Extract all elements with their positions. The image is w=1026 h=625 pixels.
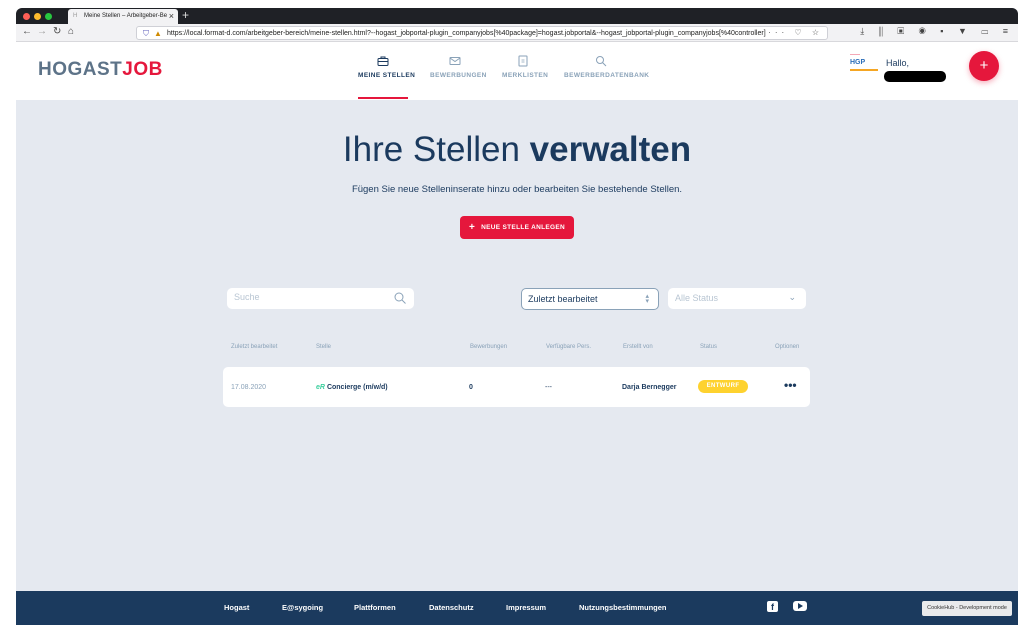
status-select[interactable]: Alle Status ⌄: [668, 288, 806, 309]
nav-label: BEWERBERDATENBANK: [564, 72, 650, 79]
row-available: ---: [545, 384, 552, 391]
col-header-status[interactable]: Status: [700, 344, 717, 350]
job-title-text: Concierge (m/w/d): [326, 384, 388, 391]
sort-select-value: Zuletzt bearbeitet: [528, 294, 598, 304]
search-icon[interactable]: [394, 292, 406, 304]
updown-chevron-icon: ▴ ▾: [645, 293, 649, 305]
col-header-erstellt[interactable]: Erstellt von: [623, 344, 653, 350]
search-input[interactable]: [234, 292, 384, 302]
footer-link-hogast[interactable]: Hogast: [224, 603, 249, 612]
nav-bewerberdatenbank[interactable]: BEWERBERDATENBANK: [564, 42, 650, 100]
reload-icon[interactable]: ↻: [53, 26, 61, 37]
url-text: https://local.format-d.com/arbeitgeber-b…: [167, 30, 766, 37]
footer-link-plattformen[interactable]: Plattformen: [354, 603, 396, 612]
status-select-value: Alle Status: [675, 293, 719, 303]
footer-link-nutzungsbestimmungen[interactable]: Nutzungsbestimmungen: [579, 603, 667, 612]
greeting-text: Hallo,: [886, 58, 910, 68]
search-box[interactable]: [227, 288, 414, 309]
site-footer: Hogast E@sygoing Plattformen Datenschutz…: [16, 591, 1018, 625]
envelope-icon: [449, 57, 461, 65]
browser-tab-bar: H Meine Stellen – Arbeitgeber-Be × +: [16, 8, 1018, 24]
logo-text-hogast: HOGAST: [38, 59, 123, 80]
url-bar[interactable]: ⛉ ▲ https://local.format-d.com/arbeitgeb…: [136, 26, 828, 40]
facebook-icon[interactable]: f: [767, 601, 778, 612]
logo-text-job: JOB: [122, 59, 163, 80]
company-logo-text: HGP: [850, 59, 866, 66]
nav-meine-stellen[interactable]: MEINE STELLEN: [358, 42, 416, 100]
plus-icon: +: [469, 222, 476, 233]
back-icon[interactable]: ←: [22, 26, 32, 37]
footer-link-impressum[interactable]: Impressum: [506, 603, 546, 612]
new-job-label: NEUE STELLE ANLEGEN: [481, 224, 565, 231]
sort-select[interactable]: Zuletzt bearbeitet ▴ ▾: [521, 288, 659, 310]
new-job-button[interactable]: + NEUE STELLE ANLEGEN: [460, 216, 574, 239]
url-tools[interactable]: ··· ♡ ☆: [768, 28, 823, 37]
browser-nav-bar: ← → ↻ ⌂ ⛉ ▲ https://local.format-d.com/a…: [16, 24, 1018, 42]
redacted-username: [884, 71, 946, 82]
bookmark-list-icon: [518, 55, 528, 67]
status-badge: ENTWURF: [698, 380, 748, 393]
forward-icon[interactable]: →: [37, 26, 47, 37]
nav-label: MERKLISTEN: [502, 72, 549, 79]
favicon-icon: H: [73, 13, 78, 19]
nav-merklisten[interactable]: MERKLISTEN: [502, 42, 549, 100]
briefcase-icon: [377, 56, 389, 66]
hogastjob-logo[interactable]: HOGASTJOB: [38, 59, 163, 81]
nav-label: BEWERBUNGEN: [430, 72, 487, 79]
browser-tab[interactable]: H Meine Stellen – Arbeitgeber-Be ×: [68, 9, 178, 24]
col-header-verfuegbar[interactable]: Verfügbare Pers.: [546, 344, 591, 350]
search-icon: [596, 56, 607, 67]
minimize-window-button[interactable]: [34, 13, 41, 20]
close-window-button[interactable]: [23, 13, 30, 20]
site-header: HOGASTJOB MEINE STELLEN BEWERBUNGEN MERK…: [16, 42, 1018, 100]
more-options-icon[interactable]: •••: [784, 378, 797, 392]
browser-window: H Meine Stellen – Arbeitgeber-Be × + ← →…: [16, 8, 1018, 625]
new-tab-icon[interactable]: +: [182, 8, 189, 22]
youtube-icon[interactable]: [793, 601, 807, 611]
page-title: Ihre Stellen verwalten: [16, 130, 1018, 170]
col-header-optionen: Optionen: [775, 344, 800, 350]
maximize-window-button[interactable]: [45, 13, 52, 20]
row-created-by: Darja Bernegger: [622, 384, 677, 391]
brand-logo-icon: eR: [316, 384, 325, 391]
company-logo: —— HGP: [850, 52, 882, 82]
lock-warning-icon[interactable]: ▲: [154, 29, 162, 38]
row-job-title[interactable]: eR Concierge (m/w/d): [316, 384, 388, 391]
row-date: 17.08.2020: [231, 384, 267, 391]
page-subtitle: Fügen Sie neue Stelleninserate hinzu ode…: [351, 184, 683, 195]
col-header-date[interactable]: Zuletzt bearbeitet: [231, 344, 277, 350]
chevron-down-icon: ⌄: [788, 292, 796, 302]
footer-link-easygoing[interactable]: E@sygoing: [282, 603, 323, 612]
nav-bewerbungen[interactable]: BEWERBUNGEN: [430, 42, 487, 100]
close-tab-icon[interactable]: ×: [169, 11, 174, 21]
tracking-shield-icon[interactable]: ⛉: [143, 29, 149, 39]
home-icon[interactable]: ⌂: [68, 26, 74, 37]
toolbar-icons[interactable]: ⤓ ⫼ ▣ ◉ ▪ ▼ ▭ ≡: [860, 26, 1014, 37]
title-bold: verwalten: [529, 130, 692, 169]
tab-title: Meine Stellen – Arbeitgeber-Be: [84, 13, 168, 19]
active-underline: [358, 97, 408, 99]
col-header-bewerbungen[interactable]: Bewerbungen: [470, 344, 507, 350]
footer-link-datenschutz[interactable]: Datenschutz: [429, 603, 474, 612]
cookiehub-notice[interactable]: CookieHub - Development mode: [922, 601, 1012, 616]
table-row[interactable]: 17.08.2020 eR Concierge (m/w/d) 0 --- Dar…: [223, 367, 810, 407]
col-header-stelle[interactable]: Stelle: [316, 344, 331, 350]
title-light: Ihre Stellen: [342, 130, 530, 169]
nav-label: MEINE STELLEN: [358, 72, 416, 79]
add-fab-button[interactable]: +: [969, 51, 999, 81]
row-applications[interactable]: 0: [469, 384, 473, 391]
